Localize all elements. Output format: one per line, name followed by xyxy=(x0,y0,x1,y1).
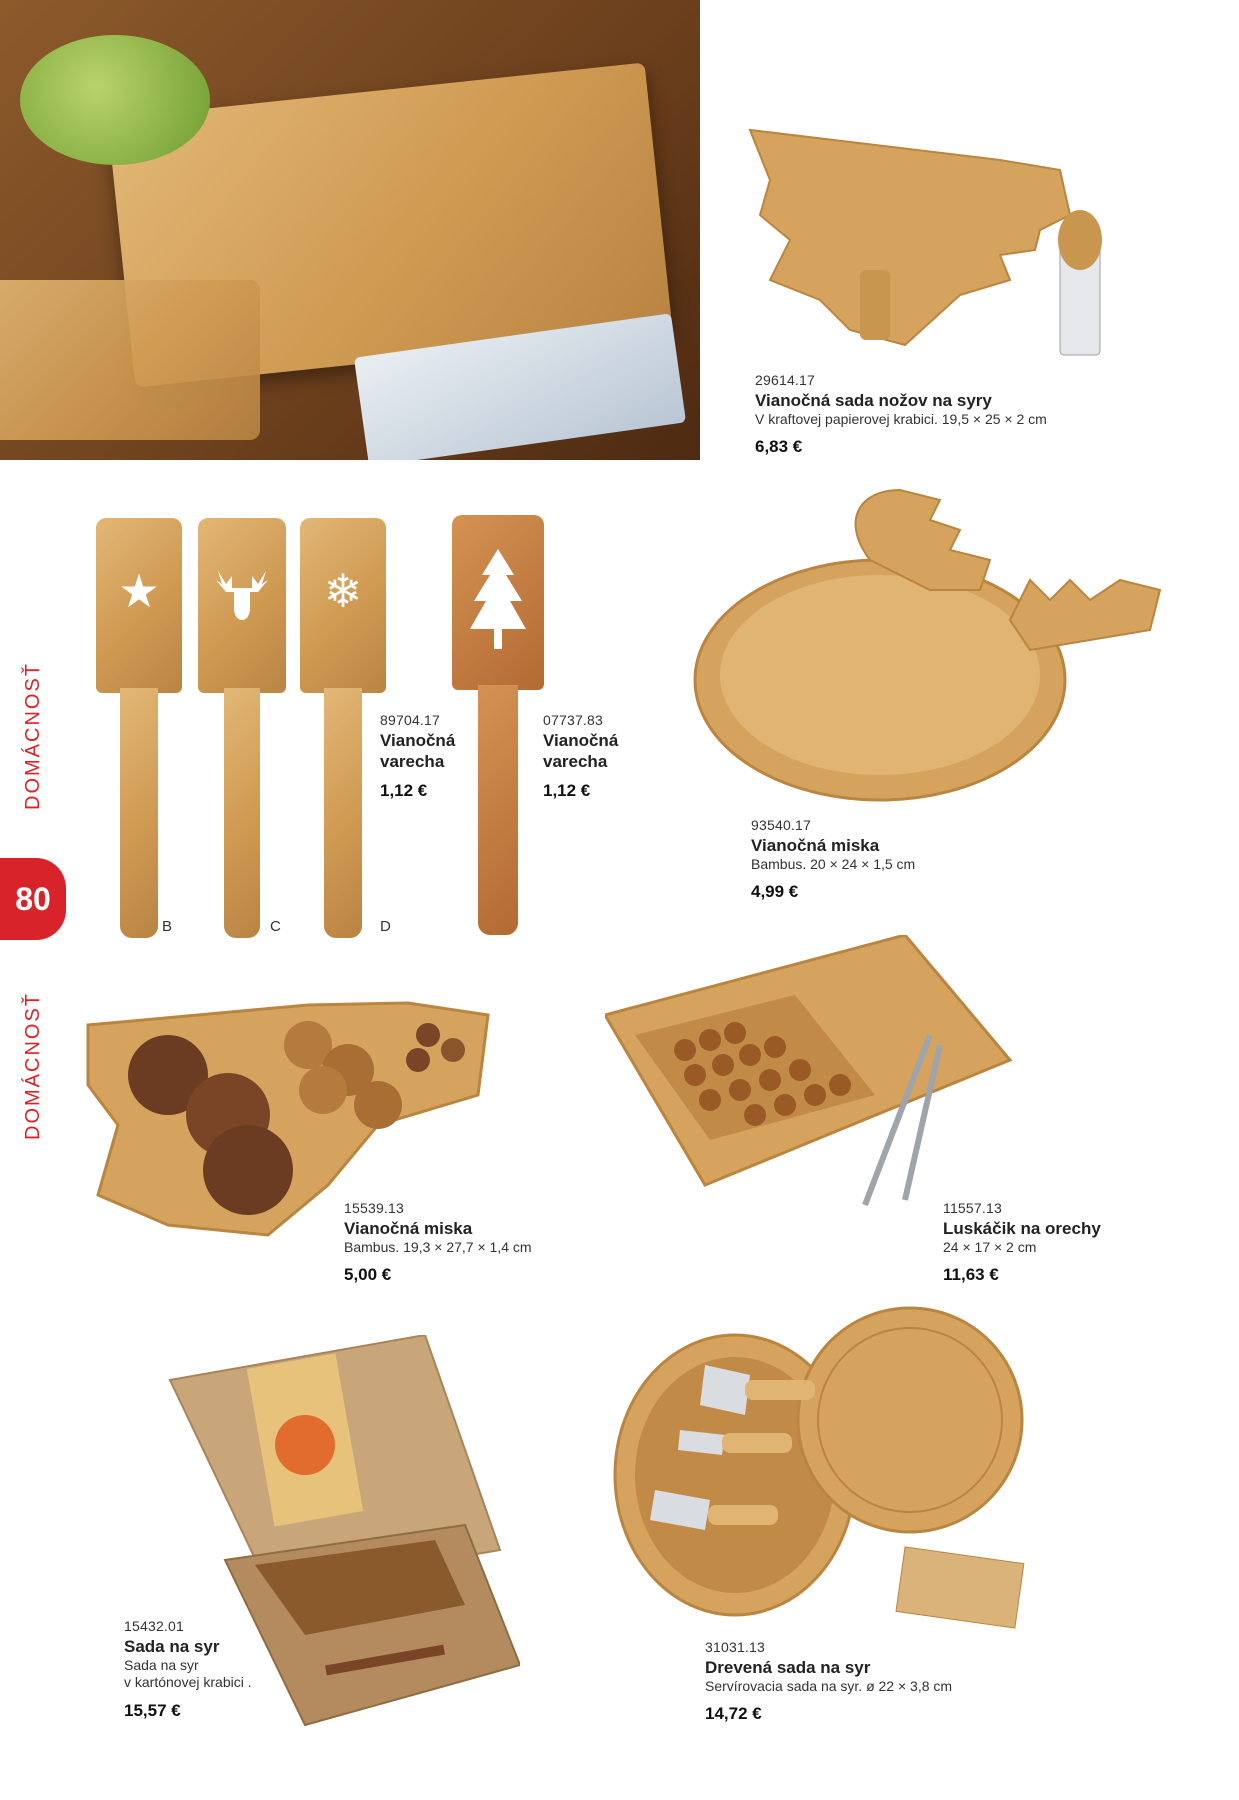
product-price: 4,99 € xyxy=(751,882,799,902)
product-block-15432: 15432.01 Sada na syr Sada na syr v kartó… xyxy=(124,1618,252,1721)
product-image-wooden-cheese-set xyxy=(610,1305,1050,1635)
product-price: 1,12 € xyxy=(380,781,428,800)
product-name-line1: Vianočná xyxy=(380,730,456,750)
product-image-tree-knife-set xyxy=(730,120,1120,390)
product-block-15539: 15539.13 Vianočná miska Bambus. 19,3 × 2… xyxy=(344,1200,532,1286)
hero-grapes xyxy=(20,35,210,165)
product-name-line2: varecha xyxy=(380,751,445,771)
product-desc: V kraftovej papierovej krabici. 19,5 × 2… xyxy=(755,410,1047,427)
snowflake-icon: ❄ xyxy=(323,565,363,617)
product-image-reindeer-bowl xyxy=(690,480,1170,810)
product-name: Vianočná miska xyxy=(751,835,880,855)
product-name-line1: Vianočná xyxy=(543,730,619,750)
spatula-variant-c: C xyxy=(270,918,281,935)
product-name: Vianočná miska xyxy=(344,1218,473,1238)
product-desc: Bambus. 19,3 × 27,7 × 1,4 cm xyxy=(344,1238,532,1255)
product-code: 31031.13 xyxy=(705,1639,765,1655)
product-price: 6,83 € xyxy=(755,437,803,457)
spatula-snowflake: ❄ xyxy=(300,518,386,938)
product-desc: Servírovacia sada na syr. ø 22 × 3,8 cm xyxy=(705,1677,953,1694)
tree-icon xyxy=(466,545,530,662)
product-block-11557: 11557.13 Luskáčik na orechy 24 × 17 × 2 … xyxy=(943,1200,1101,1286)
product-code: 11557.13 xyxy=(943,1200,1002,1216)
product-name-line2: varecha xyxy=(543,751,608,771)
product-image-nutcracker-board xyxy=(605,935,1015,1220)
product-name: Sada na syr xyxy=(124,1636,220,1656)
product-code: 07737.83 xyxy=(543,712,603,728)
product-desc-line2: v kartónovej krabici . xyxy=(124,1674,252,1691)
spatula-star: ★ xyxy=(96,518,182,938)
spatula-tree xyxy=(452,515,544,935)
product-code: 15539.13 xyxy=(344,1200,404,1216)
product-name: Luskáčik na orechy xyxy=(943,1218,1101,1238)
product-price: 1,12 € xyxy=(543,781,591,800)
section-label-upper: DOMÁCNOSŤ xyxy=(22,662,44,810)
reindeer-icon xyxy=(208,566,276,643)
product-code: 93540.17 xyxy=(751,817,811,833)
product-price: 5,00 € xyxy=(344,1265,392,1285)
product-price: 11,63 € xyxy=(943,1265,999,1285)
product-block-29614: 29614.17 Vianočná sada nožov na syry V k… xyxy=(755,372,1047,458)
star-icon: ★ xyxy=(118,565,160,617)
hero-tree-board xyxy=(0,280,260,440)
product-code: 89704.17 xyxy=(380,712,440,728)
tree-board-graphic xyxy=(748,128,1102,356)
spatula-reindeer xyxy=(198,518,286,938)
product-code: 15432.01 xyxy=(124,1618,184,1634)
product-block-89704: 89704.17 Vianočná varecha 1,12 € xyxy=(380,712,455,801)
product-price: 15,57 € xyxy=(124,1700,181,1720)
product-code: 29614.17 xyxy=(755,372,815,388)
product-desc-line1: Sada na syr xyxy=(124,1656,199,1673)
product-price: 14,72 € xyxy=(705,1704,762,1724)
product-block-07737: 07737.83 Vianočná varecha 1,12 € xyxy=(543,712,618,801)
product-desc: Bambus. 20 × 24 × 1,5 cm xyxy=(751,855,916,872)
page-number-tab: 80 xyxy=(0,858,66,940)
hero-photo xyxy=(0,0,700,460)
product-name: Vianočná sada nožov na syry xyxy=(755,390,992,410)
spatula-variant-d: D xyxy=(380,918,391,935)
product-desc: 24 × 17 × 2 cm xyxy=(943,1238,1037,1255)
spatula-variant-b: B xyxy=(162,918,173,935)
product-name: Drevená sada na syr xyxy=(705,1657,871,1677)
product-block-31031: 31031.13 Drevená sada na syr Servírovaci… xyxy=(705,1639,952,1725)
product-block-93540: 93540.17 Vianočná miska Bambus. 20 × 24 … xyxy=(751,817,915,903)
section-label-lower: DOMÁCNOSŤ xyxy=(22,992,44,1140)
